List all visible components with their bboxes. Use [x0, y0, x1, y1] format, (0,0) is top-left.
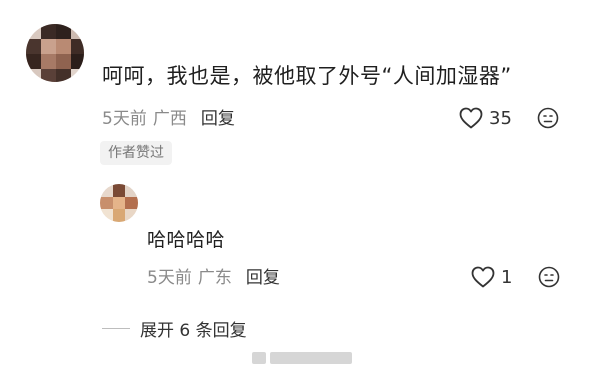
reply-location: 广东 — [197, 268, 232, 288]
comment-location: 广西 — [152, 109, 187, 129]
reply-like-button[interactable]: 1 — [471, 266, 512, 288]
comment-thread: 呵呵，我也是，被他取了外号“人间加湿器” 5天前 广西 回复 35 作者赞过 哈… — [0, 0, 600, 380]
watermark — [252, 352, 352, 364]
reply-reply-button[interactable]: 回复 — [246, 268, 280, 288]
heart-icon — [459, 107, 483, 129]
comment-like-button[interactable]: 35 — [459, 107, 512, 129]
watermark-logo-icon — [252, 352, 266, 364]
expand-replies-button[interactable]: 展开 6 条回复 — [102, 316, 247, 341]
reply-meta: 5天前 广东 回复 — [147, 267, 280, 289]
replier-avatar[interactable] — [100, 184, 138, 222]
comment-reply-button[interactable]: 回复 — [201, 109, 235, 129]
frown-face-icon — [537, 107, 559, 129]
reply-text: 哈哈哈哈 — [147, 229, 226, 251]
author-liked-badge: 作者赞过 — [100, 141, 172, 165]
watermark-mark — [270, 352, 352, 364]
comment-text: 呵呵，我也是，被他取了外号“人间加湿器” — [102, 64, 512, 88]
comment-dislike-button[interactable] — [537, 107, 559, 129]
comment-like-count: 35 — [489, 107, 512, 129]
reply-like-count: 1 — [501, 266, 513, 288]
frown-face-icon — [538, 266, 560, 288]
heart-icon — [471, 266, 495, 288]
comment-time: 5天前 — [102, 109, 147, 129]
comment-meta: 5天前 广西 回复 — [102, 108, 235, 130]
reply-time: 5天前 — [147, 268, 192, 288]
expand-divider-line — [102, 328, 130, 329]
commenter-avatar[interactable] — [26, 24, 84, 82]
expand-replies-label: 展开 6 条回复 — [140, 321, 247, 341]
reply-dislike-button[interactable] — [538, 266, 560, 288]
